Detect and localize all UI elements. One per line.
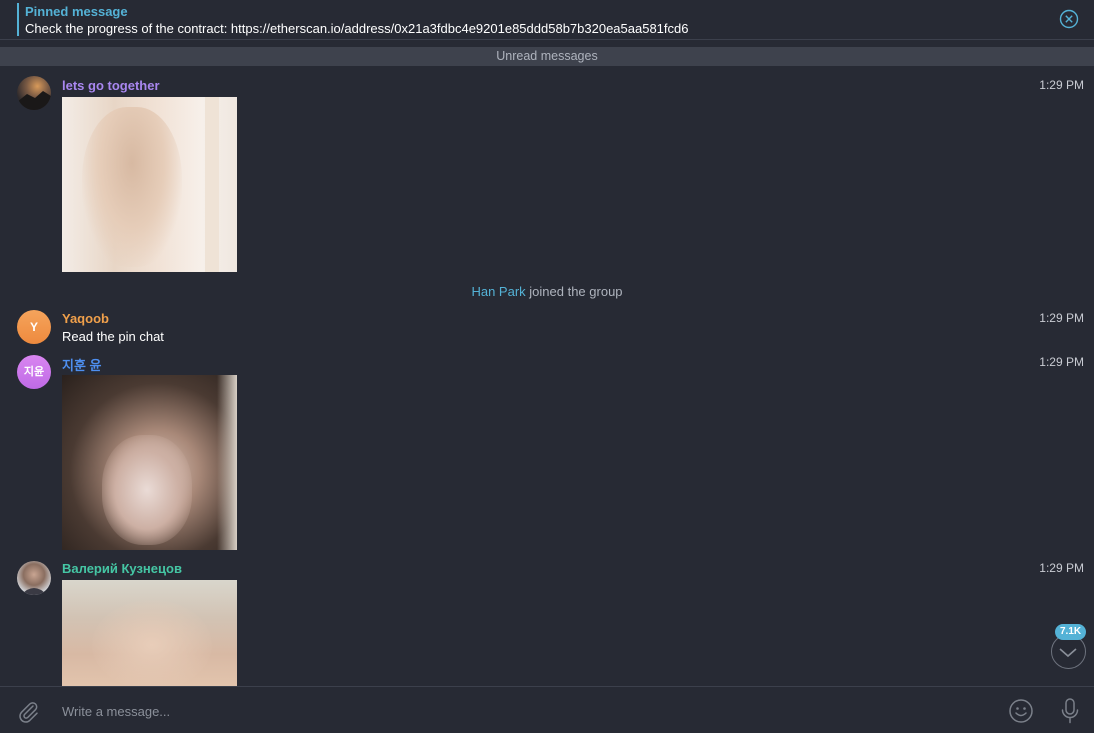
- message-photo[interactable]: [62, 580, 237, 686]
- microphone-icon[interactable]: [1059, 697, 1081, 725]
- pinned-text: Check the progress of the contract: http…: [25, 21, 689, 36]
- pinned-title: Pinned message: [25, 4, 128, 19]
- unread-count-badge: 7.1K: [1055, 624, 1087, 640]
- message-author[interactable]: Yaqoob: [62, 311, 109, 326]
- message-author[interactable]: 지훈 윤: [62, 355, 102, 374]
- avatar[interactable]: Y: [17, 310, 51, 344]
- unread-divider: Unread messages: [0, 47, 1094, 66]
- message-author[interactable]: lets go together: [62, 78, 160, 93]
- message-input[interactable]: [62, 701, 962, 721]
- avatar[interactable]: [17, 561, 51, 595]
- service-action: joined the group: [525, 284, 623, 299]
- pinned-accent-line: [17, 3, 19, 36]
- message-time: 1:29 PM: [1039, 355, 1084, 369]
- message-time: 1:29 PM: [1039, 78, 1084, 92]
- message-time: 1:29 PM: [1039, 561, 1084, 575]
- chevron-down-icon: [1059, 648, 1077, 658]
- paperclip-icon[interactable]: [16, 699, 40, 723]
- compose-bar: [0, 686, 1094, 733]
- close-icon[interactable]: [1059, 9, 1079, 29]
- pinned-message-bar[interactable]: Pinned message Check the progress of the…: [0, 0, 1094, 40]
- message-photo[interactable]: [62, 97, 237, 272]
- message-text: Read the pin chat: [62, 329, 164, 344]
- message-author[interactable]: Валерий Кузнецов: [62, 561, 182, 576]
- smiley-icon[interactable]: [1008, 698, 1034, 724]
- avatar[interactable]: [17, 76, 51, 110]
- avatar[interactable]: 지윤: [17, 355, 51, 389]
- service-user-name[interactable]: Han Park: [471, 284, 525, 299]
- message-photo[interactable]: [62, 375, 237, 550]
- message-time: 1:29 PM: [1039, 311, 1084, 325]
- service-message: Han Park joined the group: [0, 284, 1094, 299]
